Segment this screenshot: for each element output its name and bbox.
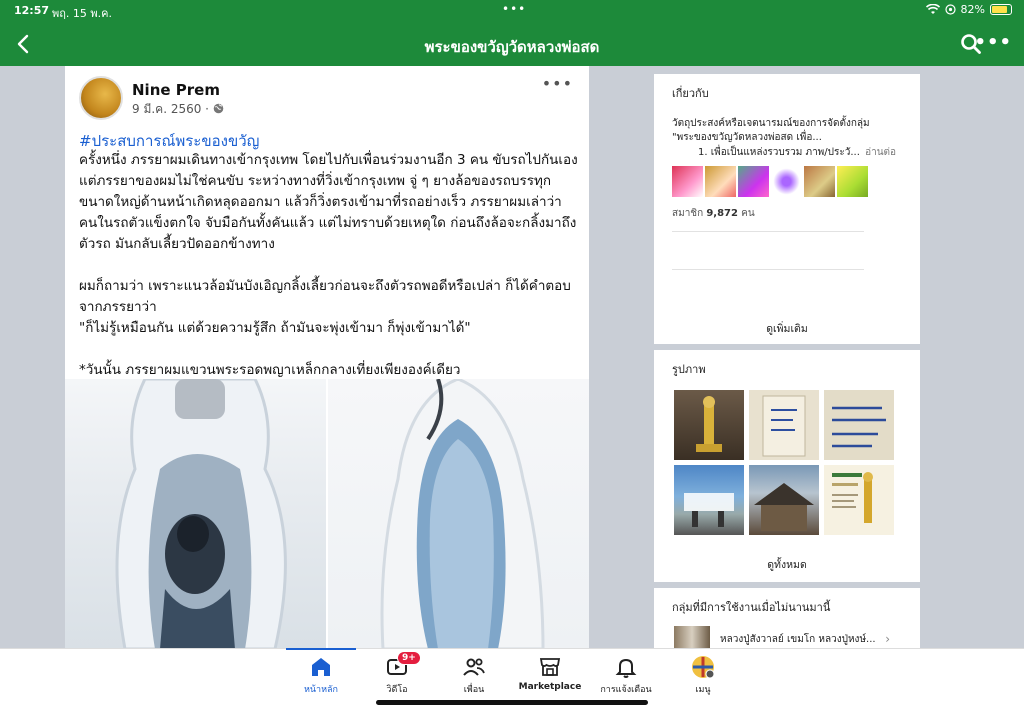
profile-menu-icon [692,656,715,679]
amulet-photo-right [380,379,545,648]
post-paragraph-1: ครั้งหนึ่ง ภรรยาผมเดินทางเข้ากรุงเทพ โดย… [79,152,578,252]
tab-menu-label: เมนู [695,685,711,695]
member-count-value: 9,872 [706,208,738,219]
photos-card: รูปภาพ ดูทั้งหมด [654,350,920,582]
battery-percent: 82% [960,3,985,16]
status-date: พฤ. 15 พ.ค. [52,7,113,20]
author-avatar[interactable] [79,76,123,120]
friends-icon [463,658,485,676]
member-count-label: สมาชิก [672,208,704,219]
post-paragraph-2b: "ก็ไม่รู้เหมือนกัน แต่ด้วยความรู้สึก ถ้า… [79,320,471,336]
active-tab-indicator [286,648,356,650]
photo-thumb[interactable] [749,390,819,460]
post-body: ครั้งหนึ่ง ภรรยาผมเดินทางเข้ากรุงเทพ โดย… [79,150,579,402]
member-avatar[interactable] [672,166,703,197]
post-card: Nine Prem 9 มี.ค. 2560 · ••• #ประสบการณ์… [65,66,589,648]
about-desc-line-3-text: 1. เพื่อเป็นแหล่งรวบรวม ภาพ/ประวั... [698,147,860,158]
active-groups-title: กลุ่มที่มีการใช้งานเมื่อไม่นานมานี้ [672,601,831,614]
post-date[interactable]: 9 มี.ค. 2560 · [132,100,224,119]
tab-video-label: วิดีโอ [386,685,408,695]
multitasking-dots[interactable]: ••• [502,2,526,16]
divider [672,269,864,270]
status-time: 12:57 [14,4,50,17]
tab-marketplace-label: Marketplace [518,682,582,692]
post-author[interactable]: Nine Prem [132,81,220,99]
home-indicator[interactable] [376,700,648,705]
about-title: เกี่ยวกับ [672,87,709,100]
tab-notifications-label: การแจ้งเตือน [600,685,652,695]
photo-thumb[interactable] [749,465,819,535]
about-card: เกี่ยวกับ วัตถุประสงค์หรือเจตนารมณ์ของกา… [654,74,920,344]
tab-home-label: หน้าหลัก [303,685,339,695]
photo-thumb[interactable] [824,390,894,460]
post-more-icon[interactable]: ••• [542,74,573,93]
about-desc-line-1: วัตถุประสงค์หรือเจตนารมณ์ของการจัดตั้งกล… [672,118,870,129]
location-icon [944,4,956,15]
member-count: สมาชิก 9,872 คน [672,206,755,221]
about-see-more-link[interactable]: ดูเพิ่มเติม [654,320,920,337]
post-paragraph-3: *วันนั้น ภรรยาผมแขวนพระรอดพญาเหล็กกลางเท… [79,362,461,378]
photos-title: รูปภาพ [672,363,706,376]
status-right: 82% [925,3,1012,16]
video-badge: 9+ [397,651,421,665]
member-avatar[interactable] [738,166,769,197]
photo-thumb[interactable] [674,465,744,535]
tab-menu[interactable]: เมนู [658,655,748,696]
group-title[interactable]: พระของขวัญวัดหลวงพ่อสด [0,35,1024,59]
bell-icon [615,658,637,678]
photo-thumb[interactable] [674,390,744,460]
globe-icon [213,103,224,114]
active-groups-card: กลุ่มที่มีการใช้งานเมื่อไม่นานมานี้ หลวง… [654,588,920,648]
member-avatar[interactable] [837,166,868,197]
read-more-link[interactable]: อ่านต่อ [865,147,896,158]
post-photo-2[interactable] [328,379,589,648]
video-icon: 9+ [385,651,421,679]
marketplace-icon [539,658,561,676]
member-avatars[interactable] [672,166,868,197]
home-icon [312,658,330,676]
member-avatar[interactable] [771,166,802,197]
about-desc-line-2: "พระของขวัญวัดหลวงพ่อสด เพื่อ... [672,132,822,143]
photos-see-all-link[interactable]: ดูทั้งหมด [654,556,920,573]
wifi-icon [925,4,940,14]
divider [672,231,864,232]
member-count-unit: คน [741,208,755,219]
about-desc-line-3: 1. เพื่อเป็นแหล่งรวบรวม ภาพ/ประวั... อ่า… [698,145,896,160]
group-name[interactable]: หลวงปู่สังวาลย์ เขมโก หลวงปู่หงษ์... [720,632,876,647]
post-photo-1[interactable] [65,379,326,648]
tab-friends-label: เพื่อน [463,685,485,695]
battery-icon [990,4,1012,15]
status-bar: 12:57 พฤ. 15 พ.ค. ••• 82% [0,0,1024,22]
photo-thumb[interactable] [824,465,894,535]
member-avatar[interactable] [804,166,835,197]
member-avatar[interactable] [705,166,736,197]
post-paragraph-2a: ผมก็ถามว่า เพราะแนวล้อมันบังเอิญกลิ้งเลี… [79,278,571,315]
photo-grid [674,390,894,535]
post-date-text: 9 มี.ค. 2560 · [132,102,209,116]
amulet-photo-left [115,379,287,648]
chevron-right-icon[interactable]: › [885,632,890,646]
group-thumb[interactable] [674,626,710,648]
group-header: พระของขวัญวัดหลวงพ่อสด ••• [0,22,1024,66]
more-options-icon[interactable]: ••• [974,32,1012,53]
